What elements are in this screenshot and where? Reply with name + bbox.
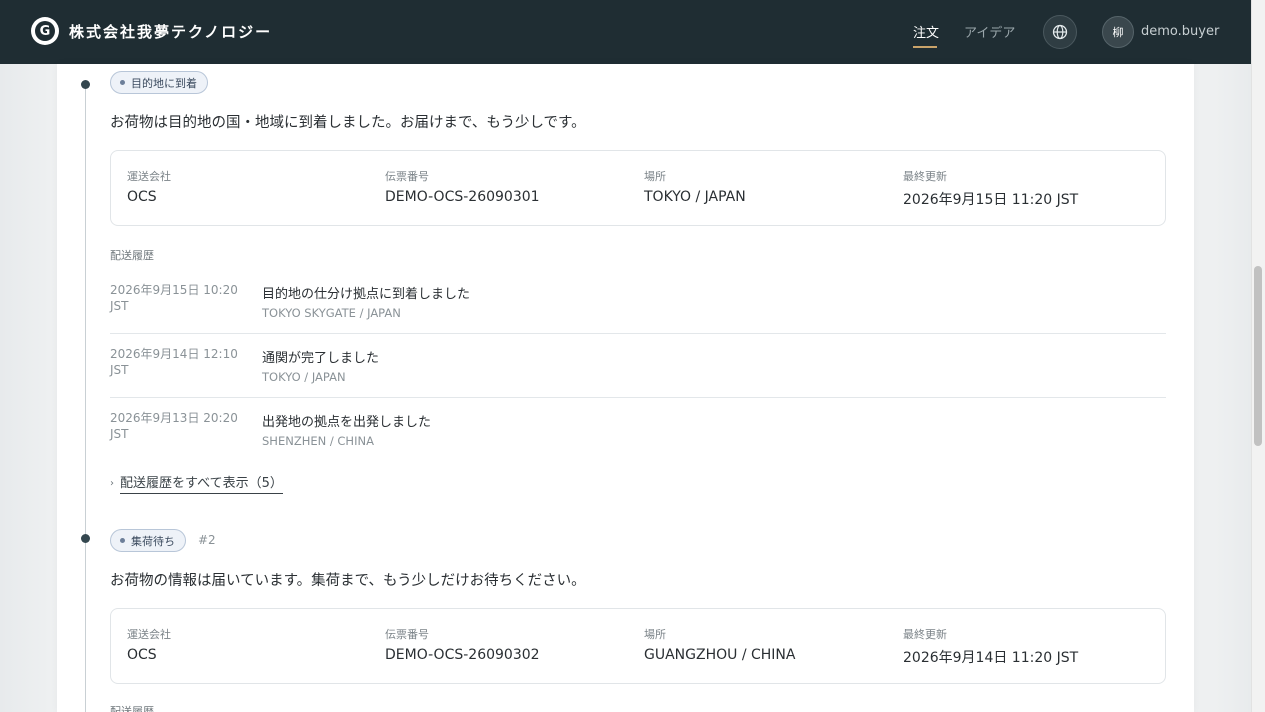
- event-date: 2026年9月14日 12:10 JST: [110, 346, 250, 378]
- event-location: TOKYO SKYGATE / JAPAN: [262, 306, 401, 320]
- event-location: TOKYO / JAPAN: [262, 370, 346, 384]
- timeline-dot: [81, 534, 90, 543]
- event-date-text: 2026年9月15日 10:20: [110, 283, 238, 297]
- event-divider: [110, 397, 1166, 398]
- carrier-label: 運送会社: [127, 628, 171, 641]
- event-timezone: JST: [110, 363, 129, 377]
- status-dot: [120, 80, 125, 85]
- status-text: 集荷待ち: [131, 534, 175, 548]
- event-date-text: 2026年9月13日 20:20: [110, 411, 238, 425]
- tracking-number[interactable]: DEMO-OCS-26090301: [385, 189, 540, 205]
- user-avatar[interactable]: 柳: [1102, 16, 1134, 48]
- event-title: 目的地の仕分け拠点に到着しました: [262, 287, 471, 302]
- event-title: 通関が完了しました: [262, 351, 380, 366]
- updated-value: 2026年9月15日 11:20 JST: [903, 192, 1079, 208]
- location-value: GUANGZHOU / CHINA: [644, 647, 796, 663]
- shipment-info-box: 運送会社 OCS 伝票番号 DEMO-OCS-26090302 場所 GUANG…: [110, 608, 1166, 684]
- shipment-number: #2: [198, 533, 216, 547]
- event-date: 2026年9月13日 20:20 JST: [110, 410, 250, 442]
- company-name[interactable]: 株式会社我夢テクノロジー: [69, 21, 272, 42]
- active-tab-indicator: [913, 46, 937, 48]
- shipment-headline: お荷物は目的地の国・地域に到着しました。お届けまで、もう少しです。: [110, 115, 586, 131]
- chevron-right-icon: ›: [110, 477, 114, 489]
- status-text: 目的地に到着: [131, 76, 197, 90]
- location-label: 場所: [644, 170, 666, 183]
- event-date: 2026年9月15日 10:20 JST: [110, 282, 250, 314]
- carrier-label: 運送会社: [127, 170, 171, 183]
- timeline-line: [85, 84, 86, 712]
- location-label: 場所: [644, 628, 666, 641]
- updated-label: 最終更新: [903, 628, 947, 641]
- tracking-label: 伝票番号: [385, 170, 429, 183]
- updated-value: 2026年9月14日 11:20 JST: [903, 650, 1079, 666]
- shipment-info-box: 運送会社 OCS 伝票番号 DEMO-OCS-26090301 場所 TOKYO…: [110, 150, 1166, 226]
- event-timezone: JST: [110, 299, 129, 313]
- timeline-dot: [81, 80, 90, 89]
- page-scrollbar-thumb[interactable]: [1254, 266, 1262, 446]
- status-badge: 集荷待ち: [110, 529, 186, 552]
- nav-tab-order[interactable]: 注文: [913, 22, 939, 41]
- status-dot: [120, 538, 125, 543]
- show-all-history-link[interactable]: › 配送履歴をすべて表示（5）: [110, 472, 283, 494]
- tracking-number[interactable]: DEMO-OCS-26090302: [385, 647, 540, 663]
- show-all-history-text[interactable]: 配送履歴をすべて表示（5）: [120, 472, 283, 494]
- shipment-headline: お荷物の情報は届いています。集荷まで、もう少しだけお待ちください。: [110, 573, 586, 589]
- updated-label: 最終更新: [903, 170, 947, 183]
- event-title: 出発地の拠点を出発しました: [262, 415, 432, 430]
- status-badge: 目的地に到着: [110, 71, 208, 94]
- event-timezone: JST: [110, 427, 129, 441]
- event-location: SHENZHEN / CHINA: [262, 434, 374, 448]
- username-label[interactable]: demo.buyer: [1141, 24, 1219, 39]
- company-logo-icon[interactable]: G: [31, 17, 59, 45]
- history-label: 配送履歴: [110, 705, 154, 712]
- history-label: 配送履歴: [110, 249, 154, 262]
- nav-tab-idea[interactable]: アイデア: [964, 22, 1015, 41]
- language-button[interactable]: [1043, 15, 1077, 49]
- carrier-value: OCS: [127, 647, 157, 663]
- top-navigation-bar: G 株式会社我夢テクノロジー 注文 アイデア 柳 demo.buyer: [0, 0, 1251, 64]
- globe-icon: [1052, 24, 1068, 40]
- tracking-label: 伝票番号: [385, 628, 429, 641]
- carrier-value: OCS: [127, 189, 157, 205]
- event-divider: [110, 333, 1166, 334]
- logo-letter: G: [35, 21, 55, 41]
- event-date-text: 2026年9月14日 12:10: [110, 347, 238, 361]
- location-value: TOKYO / JAPAN: [644, 189, 746, 205]
